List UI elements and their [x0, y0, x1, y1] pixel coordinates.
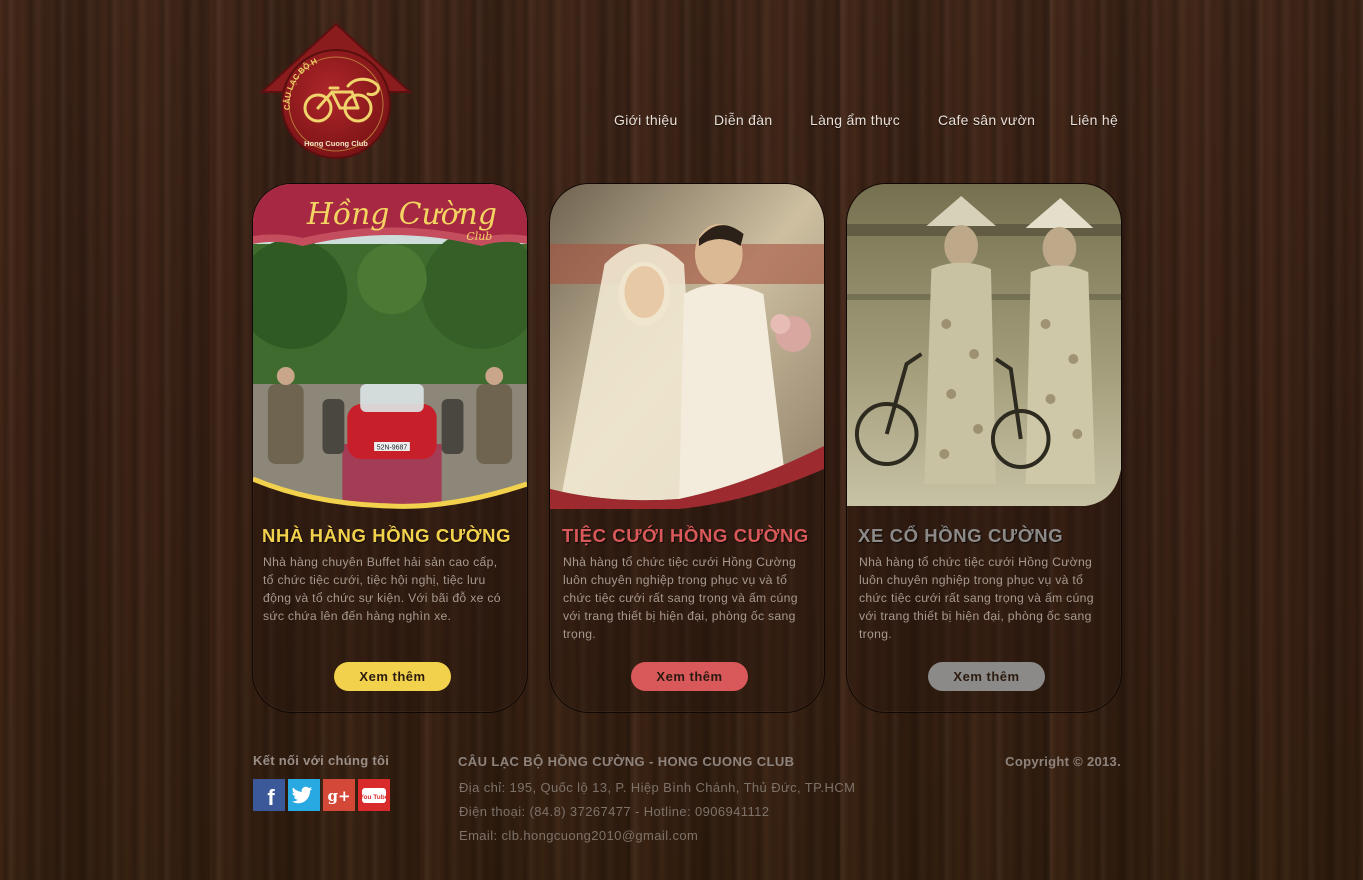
- svg-text:f: f: [267, 785, 275, 810]
- connect-heading: Kết nối với chúng tôi: [253, 753, 390, 768]
- sign-subtitle: Club: [466, 230, 492, 243]
- address: Địa chỉ: 195, Quốc lộ 13, P. Hiệp Bình C…: [459, 780, 856, 795]
- logo-emblem: CÂU LẠC BỘ HỒNG CƯỜNG Hong Cuong Club: [257, 14, 413, 159]
- license-plate: 52N-9687: [377, 444, 408, 451]
- nav-cafe-san-vuon[interactable]: Cafe sân vườn: [938, 112, 1035, 128]
- youtube-icon[interactable]: You Tube: [358, 779, 390, 811]
- xem-them-button[interactable]: Xem thêm: [928, 662, 1045, 691]
- card-description: Nhà hàng chuyên Buffet hải sản cao cấp, …: [263, 555, 501, 624]
- xem-them-button[interactable]: Xem thêm: [334, 662, 451, 691]
- club-name: CÂU LẠC BỘ HỒNG CƯỜNG - HONG CUONG CLUB: [458, 754, 795, 769]
- restaurant-photo: 52N-9687 Hồng Cường Club: [253, 184, 527, 509]
- card-tiec-cuoi: TIỆC CƯỚI HỒNG CƯỜNG Nhà hàng tổ chức ti…: [549, 183, 825, 713]
- wedding-photo: [550, 184, 824, 509]
- nav-dien-dan[interactable]: Diễn đàn: [714, 112, 772, 128]
- svg-text:You Tube: You Tube: [360, 794, 389, 801]
- card-description: Nhà hàng tổ chức tiệc cưới Hồng Cường lu…: [859, 555, 1094, 642]
- google-plus-icon[interactable]: g+: [323, 779, 355, 811]
- twitter-icon[interactable]: [288, 779, 320, 811]
- sign-title: Hồng Cường: [306, 197, 497, 232]
- card-xe-co: XE CỔ HỒNG CƯỜNG Nhà hàng tổ chức tiệc c…: [846, 183, 1122, 713]
- vintage-bike-photo: [847, 184, 1121, 506]
- site-logo[interactable]: CÂU LẠC BỘ HỒNG CƯỜNG Hong Cuong Club: [257, 14, 413, 160]
- svg-text:g+: g+: [327, 787, 350, 805]
- nav-gioi-thieu[interactable]: Giới thiệu: [614, 112, 678, 128]
- facebook-icon[interactable]: f: [253, 779, 285, 811]
- card-title: TIỆC CƯỚI HỒNG CƯỜNG: [562, 525, 809, 546]
- xem-them-button[interactable]: Xem thêm: [631, 662, 748, 691]
- card-description: Nhà hàng tổ chức tiệc cưới Hồng Cường lu…: [563, 555, 798, 642]
- card-nha-hang: 52N-9687 Hồng Cường Club NHÀ HÀNG HỒNG C…: [252, 183, 528, 713]
- phone: Điện thoại: (84.8) 37267477 - Hotline: 0…: [459, 804, 770, 819]
- card-title: XE CỔ HỒNG CƯỜNG: [858, 525, 1064, 546]
- card-title: NHÀ HÀNG HỒNG CƯỜNG: [262, 525, 512, 546]
- logo-bottom-text: Hong Cuong Club: [304, 139, 368, 148]
- copyright: Copyright © 2013.: [1005, 754, 1121, 769]
- nav-lien-he[interactable]: Liên hệ: [1070, 112, 1118, 128]
- email: Email: clb.hongcuong2010@gmail.com: [459, 828, 699, 843]
- main-nav: Giới thiệu Diễn đàn Làng ẩm thực Cafe sâ…: [597, 112, 1137, 132]
- nav-lang-am-thuc[interactable]: Làng ẩm thực: [810, 112, 900, 128]
